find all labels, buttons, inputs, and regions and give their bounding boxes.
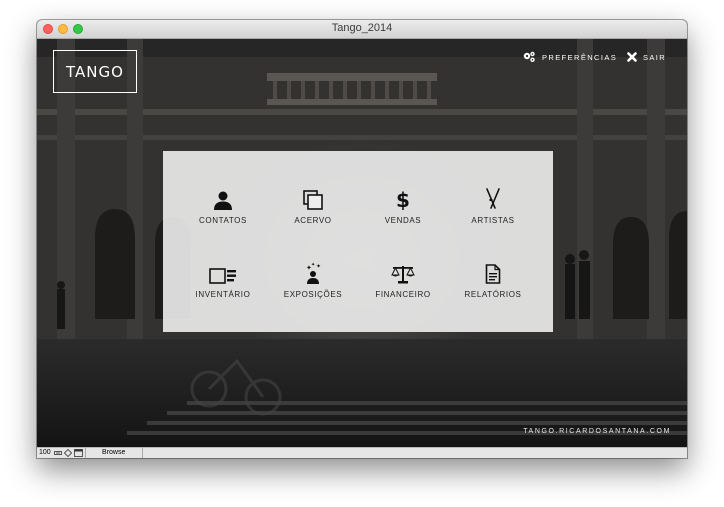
status-bar: 100 Browse — [37, 447, 687, 458]
menu-item-inventario[interactable]: INVENTÁRIO — [178, 260, 268, 314]
menu-item-exposicoes[interactable]: ✦ ✦ ✦ EXPOSIÇÕES — [268, 260, 358, 314]
toolbar-toggle-icon[interactable] — [74, 449, 83, 457]
menu-label: RELATÓRIOS — [464, 290, 522, 299]
preferences-button[interactable]: PREFERÊNCIAS — [523, 50, 617, 64]
exhibition-icon: ✦ ✦ ✦ — [306, 262, 321, 284]
menu-label: INVENTÁRIO — [195, 290, 251, 299]
menu-item-relatorios[interactable]: RELATÓRIOS — [448, 260, 538, 314]
menu-label: VENDAS — [384, 216, 422, 225]
menu-label: FINANCEIRO — [375, 290, 431, 299]
gears-icon — [523, 51, 535, 62]
main-content: TANGO PREFERÊNCIAS SAIR CONTATOS ACERVO … — [37, 39, 687, 447]
app-window: Tango_2014 TANGO PREFERÊNCIAS SAIR CONTA… — [37, 20, 687, 458]
menu-item-vendas[interactable]: $ VENDAS — [358, 186, 448, 240]
menu-label: CONTATOS — [199, 216, 247, 225]
brushes-icon — [486, 188, 500, 209]
user-silhouette-icon — [214, 191, 232, 210]
document-icon — [485, 264, 501, 284]
menu-item-acervo[interactable]: ACERVO — [268, 186, 358, 240]
menu-item-financeiro[interactable]: FINANCEIRO — [358, 260, 448, 314]
mode-selector[interactable]: Browse — [85, 448, 143, 458]
main-menu-panel: CONTATOS ACERVO $ VENDAS ARTISTAS INVENT… — [163, 151, 553, 332]
scales-icon — [391, 266, 415, 284]
stacked-frames-icon — [303, 190, 323, 210]
tango-logo: TANGO — [53, 50, 137, 93]
exit-label: SAIR — [643, 52, 667, 62]
svg-text:$: $ — [396, 188, 410, 210]
menu-label: EXPOSIÇÕES — [283, 290, 343, 299]
menu-item-artistas[interactable]: ARTISTAS — [448, 186, 538, 240]
svg-text:✦: ✦ — [316, 263, 321, 270]
menu-label: ACERVO — [294, 216, 332, 225]
zoom-level[interactable]: 100 — [39, 449, 51, 456]
preferences-label: PREFERÊNCIAS — [542, 52, 618, 62]
zoom-in-icon[interactable] — [64, 449, 72, 457]
dollar-icon: $ — [396, 188, 410, 210]
website-link[interactable]: TANGO.RICARDOSANTANA.COM — [523, 428, 671, 435]
inventory-list-icon — [209, 268, 236, 284]
menu-item-contatos[interactable]: CONTATOS — [178, 186, 268, 240]
title-bar[interactable]: Tango_2014 — [37, 20, 687, 39]
window-title: Tango_2014 — [331, 22, 393, 34]
svg-text:✦: ✦ — [311, 262, 315, 268]
exit-button[interactable]: SAIR — [627, 50, 666, 64]
menu-label: ARTISTAS — [471, 216, 515, 225]
close-icon — [627, 52, 637, 62]
zoom-out-icon[interactable] — [54, 449, 62, 457]
